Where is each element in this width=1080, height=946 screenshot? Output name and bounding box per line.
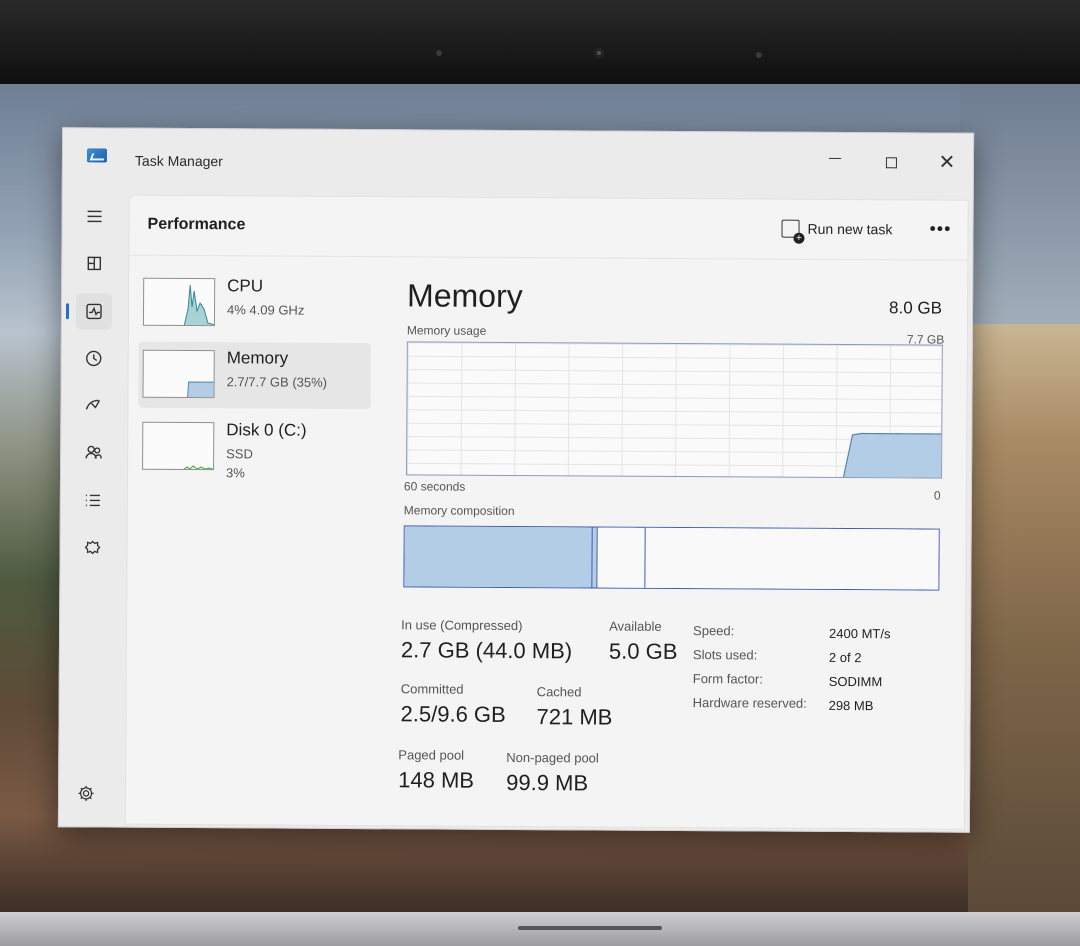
disk-thumbnail-line — [182, 465, 214, 471]
nav-menu-button[interactable] — [76, 198, 112, 234]
form-factor-key: Form factor: — [692, 671, 763, 687]
close-icon: ✕ — [938, 151, 956, 174]
non-paged-pool-value: 99.9 MB — [506, 769, 589, 796]
hardware-reserved-key: Hardware reserved: — [692, 695, 807, 711]
performance-page: Performance Run new task ••• CPU 4% 4.09… — [124, 194, 969, 830]
device-subtitle: 4% 4.09 GHz — [227, 300, 304, 319]
speed-key: Speed: — [693, 623, 735, 639]
gear-icon — [78, 785, 94, 801]
nav-users[interactable] — [75, 434, 111, 470]
lid-notch — [518, 926, 662, 930]
maximize-icon — [885, 156, 897, 168]
composition-segment-free — [644, 527, 939, 590]
memory-composition-label: Memory composition — [403, 503, 515, 518]
in-use-label: In use (Compressed) — [401, 617, 523, 634]
performance-icon — [86, 303, 102, 320]
paged-pool-label: Paged pool — [398, 747, 465, 763]
nav-details[interactable] — [75, 482, 111, 518]
title-bar[interactable]: Task Manager ✕ — [63, 128, 973, 194]
device-subtitle: 2.7/7.7 GB (35%) — [227, 372, 328, 392]
speed-value: 2400 MT/s — [829, 625, 891, 642]
run-task-icon — [781, 219, 800, 238]
sensor — [436, 50, 442, 56]
nav-performance[interactable] — [75, 293, 113, 330]
device-type: SSD — [226, 446, 253, 462]
device-cpu[interactable]: CPU 4% 4.09 GHz — [139, 270, 371, 337]
nav-app-history[interactable] — [76, 340, 112, 376]
minimize-button[interactable] — [815, 147, 855, 177]
cached-value: 721 MB — [536, 704, 613, 730]
in-use-value: 2.7 GB (44.0 MB) — [400, 637, 573, 664]
memory-thumbnail-area — [143, 381, 215, 399]
device-name: CPU — [227, 276, 264, 296]
webcam — [594, 48, 604, 58]
services-icon — [84, 540, 101, 555]
composition-segment-standby — [596, 527, 645, 588]
memory-usage-graph — [406, 341, 943, 479]
available-label: Available — [609, 618, 662, 634]
menu-icon — [87, 210, 102, 223]
nav-services[interactable] — [74, 530, 110, 566]
nav-processes[interactable] — [76, 245, 112, 281]
left-navigation — [59, 188, 123, 828]
settings-button[interactable] — [73, 780, 99, 806]
page-title: Performance — [147, 215, 246, 234]
more-options-button[interactable]: ••• — [929, 219, 951, 240]
cpu-thumbnail-area — [143, 284, 216, 327]
committed-value: 2.5/9.6 GB — [400, 701, 506, 727]
slots-used-value: 2 of 2 — [828, 649, 862, 666]
device-subtitle: SSD 3% — [226, 444, 253, 482]
users-icon — [85, 445, 102, 459]
app-history-icon — [86, 350, 102, 367]
memory-usage-area — [407, 432, 943, 479]
run-new-task-label: Run new task — [807, 220, 893, 238]
time-span-label: 60 seconds — [403, 479, 466, 494]
wallpaper-cliff — [968, 324, 1080, 914]
wallpaper-sky — [960, 84, 1080, 344]
slots-used-key: Slots used: — [692, 647, 758, 663]
device-stat: 3% — [225, 465, 245, 481]
device-name: Disk 0 (C:) — [226, 420, 307, 440]
maximize-button[interactable] — [871, 147, 911, 177]
memory-title: Memory — [407, 277, 523, 315]
device-disk-0[interactable]: Disk 0 (C:) SSD 3% — [138, 414, 370, 481]
available-value: 5.0 GB — [608, 638, 678, 664]
task-manager-app-icon — [86, 148, 108, 163]
committed-label: Committed — [400, 681, 464, 697]
window-title: Task Manager — [134, 152, 223, 170]
device-memory[interactable]: Memory 2.7/7.7 GB (35%) — [138, 341, 371, 410]
close-button[interactable]: ✕ — [927, 148, 967, 178]
startup-apps-icon — [85, 399, 101, 410]
disk-thumbnail-graph — [142, 421, 215, 471]
cpu-thumbnail-graph — [142, 277, 216, 327]
composition-segment-in-use — [404, 526, 592, 588]
laptop-bezel-bottom — [0, 912, 1080, 946]
laptop-bezel-top — [0, 0, 1080, 84]
device-stat: 4% 4.09 GHz — [226, 302, 305, 318]
memory-total: 8.0 GB — [889, 298, 943, 318]
minimize-icon — [828, 157, 841, 159]
memory-usage-label: Memory usage — [406, 323, 487, 338]
task-manager-window: Task Manager ✕ Performance + Run new tas… — [57, 127, 975, 833]
cached-label: Cached — [536, 684, 582, 700]
sensor — [756, 52, 762, 58]
page-header: Performance Run new task ••• — [129, 195, 968, 261]
memory-thumbnail-graph — [142, 349, 215, 399]
hardware-reserved-value: 298 MB — [828, 697, 874, 714]
run-new-task-button[interactable]: Run new task — [781, 219, 893, 239]
device-name: Memory — [226, 348, 289, 368]
paged-pool-value: 148 MB — [398, 767, 475, 793]
memory-composition-bar — [403, 525, 940, 591]
processes-icon — [87, 256, 102, 271]
form-factor-value: SODIMM — [828, 673, 883, 690]
non-paged-pool-label: Non-paged pool — [506, 749, 599, 766]
details-icon — [85, 494, 100, 507]
nav-startup-apps[interactable] — [75, 387, 111, 423]
device-stat: 2.7/7.7 GB (35%) — [226, 374, 328, 390]
axis-zero-label: 0 — [933, 488, 941, 503]
